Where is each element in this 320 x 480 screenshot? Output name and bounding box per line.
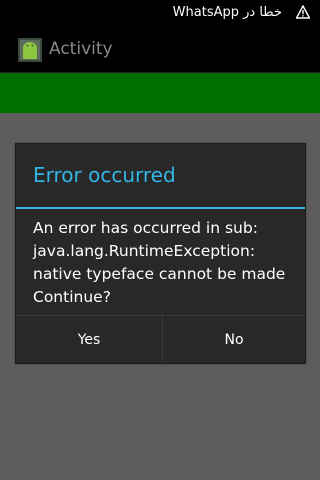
title-divider [16,207,305,209]
action-bar: Activity [0,25,320,73]
dialog-message: An error has occurred in sub: java.lang.… [33,219,286,306]
warning-icon [296,5,310,19]
error-dialog: Error occurred An error has occurred in … [15,143,306,364]
android-app-icon [18,38,42,62]
status-bar: WhatsApp خطا در [0,0,320,25]
no-button[interactable]: No [163,316,305,363]
dialog-title: Error occurred [33,163,176,187]
green-header-bar [0,73,320,113]
action-bar-title: Activity [49,39,113,59]
status-notification-text: WhatsApp خطا در [172,5,282,20]
yes-button[interactable]: Yes [16,316,162,363]
